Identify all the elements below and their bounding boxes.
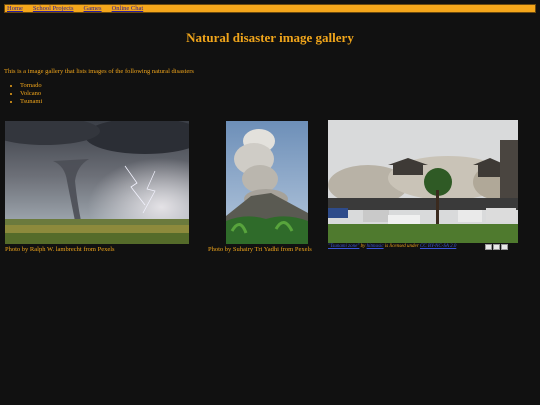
nav-link-home[interactable]: Home xyxy=(7,5,23,12)
list-item-tsunami: Tsunami xyxy=(20,98,42,106)
tornado-photo xyxy=(5,121,189,244)
disaster-list: Tornado Volcano Tsunami xyxy=(8,82,42,106)
tornado-caption: Photo by Ralph W. lambrecht from Pexels xyxy=(5,246,115,253)
intro-text: This is a image gallery that lists image… xyxy=(4,68,194,75)
by-icon xyxy=(493,244,500,250)
tsunami-license-link[interactable]: CC BY-NC-SA 2.0 xyxy=(420,244,456,249)
tsunami-author-link[interactable]: hitmusic xyxy=(367,244,384,249)
cc-icon xyxy=(485,244,492,250)
volcano-photo xyxy=(226,121,308,244)
page-title: Natural disaster image gallery xyxy=(186,30,354,45)
nav-link-online-chat[interactable]: Online Chat xyxy=(112,5,144,12)
list-item-tornado: Tornado xyxy=(20,82,42,90)
credit-by-text: by xyxy=(359,244,367,249)
tsunami-photo xyxy=(328,120,518,243)
top-nav-bar: Home School Projects Games Online Chat xyxy=(4,4,536,13)
tsunami-title-link[interactable]: "Tsunami zone" xyxy=(328,244,359,249)
volcano-caption: Photo by Suhairy Tri Yadhi from Pexels xyxy=(208,246,312,253)
list-item-volcano: Volcano xyxy=(20,90,42,98)
nav-link-games[interactable]: Games xyxy=(84,5,102,12)
license-badges[interactable] xyxy=(485,244,508,250)
tsunami-credit: "Tsunami zone" by hitmusic is licensed u… xyxy=(328,244,456,249)
nc-icon xyxy=(501,244,508,250)
nav-link-school-projects[interactable]: School Projects xyxy=(33,5,74,12)
credit-license-text: is licensed under xyxy=(383,244,420,249)
